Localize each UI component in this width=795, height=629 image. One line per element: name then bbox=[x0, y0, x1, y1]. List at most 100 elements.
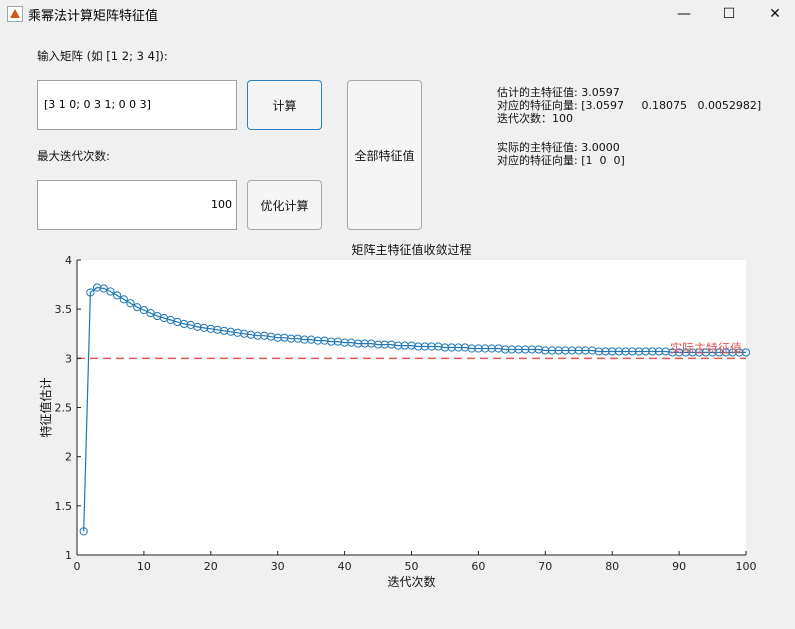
x-tick-label: 30 bbox=[271, 560, 285, 573]
data-point bbox=[608, 347, 617, 356]
x-tick-label: 60 bbox=[471, 560, 485, 573]
data-point bbox=[113, 291, 122, 300]
data-point bbox=[286, 334, 296, 343]
data-point bbox=[360, 339, 369, 348]
y-tick-label: 4 bbox=[65, 254, 72, 267]
data-point bbox=[668, 348, 677, 357]
maximize-button[interactable]: ☐ bbox=[706, 0, 752, 28]
data-point bbox=[327, 337, 336, 346]
y-axis-label: 特征值估计 bbox=[38, 377, 53, 437]
data-point bbox=[521, 345, 530, 354]
data-point bbox=[574, 346, 583, 355]
matrix-input-label: 输入矩阵 (如 [1 2; 3 4]): bbox=[37, 49, 168, 63]
x-tick-label: 90 bbox=[672, 560, 686, 573]
data-point bbox=[353, 339, 363, 348]
data-point bbox=[467, 344, 476, 353]
data-point bbox=[280, 333, 289, 342]
y-tick-label: 1 bbox=[65, 549, 72, 562]
data-point bbox=[126, 299, 135, 308]
compute-button[interactable]: 计算 bbox=[247, 80, 322, 130]
result-iteration-count: 迭代次数：100 bbox=[497, 112, 573, 125]
data-point bbox=[447, 343, 456, 352]
close-button[interactable]: ✕ bbox=[752, 0, 795, 28]
data-point bbox=[307, 335, 316, 344]
data-point bbox=[119, 295, 128, 304]
data-point bbox=[514, 345, 523, 354]
x-tick-label: 0 bbox=[74, 560, 81, 573]
data-point bbox=[741, 348, 751, 357]
data-point bbox=[721, 348, 731, 357]
result-estimated-eigenvalue: 估计的主特征值: 3.0597 bbox=[497, 86, 620, 99]
data-point bbox=[347, 338, 356, 347]
data-point bbox=[133, 303, 142, 312]
data-point bbox=[641, 347, 650, 356]
x-tick-label: 20 bbox=[204, 560, 218, 573]
data-point bbox=[541, 346, 550, 355]
y-tick-label: 3.5 bbox=[55, 303, 73, 316]
data-point bbox=[407, 341, 416, 350]
result-actual-eigenvector: 对应的特征向量: [1 0 0] bbox=[497, 154, 625, 167]
y-tick-label: 2.5 bbox=[55, 402, 73, 415]
minimize-button[interactable]: — bbox=[661, 0, 707, 28]
data-point bbox=[440, 343, 450, 352]
all-eigenvalues-button[interactable]: 全部特征值 bbox=[347, 80, 422, 230]
x-axis-label: 迭代次数 bbox=[387, 574, 435, 589]
data-point bbox=[380, 340, 389, 349]
data-point bbox=[561, 346, 570, 355]
title-bar: 乘幂法计算矩阵特征值 — ☐ ✕ bbox=[0, 0, 795, 28]
result-actual-eigenvalue: 实际的主特征值: 3.0000 bbox=[497, 141, 620, 154]
data-point bbox=[206, 324, 215, 333]
series-line bbox=[83, 286, 746, 532]
data-point bbox=[621, 347, 630, 356]
data-point bbox=[200, 323, 209, 332]
data-point bbox=[728, 348, 737, 357]
data-point bbox=[226, 327, 235, 336]
data-point bbox=[313, 336, 322, 345]
data-point bbox=[628, 347, 637, 356]
data-point bbox=[246, 330, 256, 339]
data-point bbox=[581, 346, 590, 355]
data-point bbox=[715, 348, 724, 357]
matrix-input[interactable]: [3 1 0; 0 3 1; 0 0 3] bbox=[37, 80, 237, 130]
y-tick-label: 3 bbox=[65, 352, 72, 365]
data-point bbox=[601, 347, 610, 356]
max-iterations-input[interactable]: 100 bbox=[37, 180, 237, 230]
x-tick-label: 80 bbox=[605, 560, 619, 573]
data-point bbox=[547, 346, 557, 355]
data-point bbox=[614, 347, 623, 356]
data-point bbox=[454, 343, 463, 352]
x-tick-label: 40 bbox=[338, 560, 352, 573]
data-point bbox=[480, 344, 490, 353]
chart-title: 矩阵主特征值收敛过程 bbox=[351, 242, 471, 257]
data-point bbox=[387, 340, 396, 349]
x-tick-label: 100 bbox=[736, 560, 757, 573]
plot-area bbox=[77, 260, 746, 555]
y-tick-label: 2 bbox=[65, 451, 72, 464]
data-point bbox=[695, 348, 704, 357]
data-point bbox=[474, 344, 483, 353]
data-point bbox=[654, 347, 664, 356]
max-iterations-label: 最大迭代次数: bbox=[37, 149, 110, 163]
data-point bbox=[320, 336, 329, 345]
data-point bbox=[240, 329, 249, 338]
data-point bbox=[153, 311, 162, 321]
data-point bbox=[534, 345, 543, 354]
data-point bbox=[501, 345, 510, 354]
data-point bbox=[86, 288, 95, 297]
data-point bbox=[527, 345, 537, 354]
data-point bbox=[92, 283, 102, 292]
data-point bbox=[300, 335, 309, 344]
data-point bbox=[159, 313, 169, 323]
x-tick-label: 10 bbox=[137, 560, 151, 573]
data-point bbox=[173, 317, 182, 327]
optimize-compute-button[interactable]: 优化计算 bbox=[247, 180, 322, 230]
data-point bbox=[400, 341, 409, 350]
data-point bbox=[648, 347, 657, 356]
data-point bbox=[507, 345, 516, 354]
data-point bbox=[253, 331, 262, 340]
data-point bbox=[688, 348, 697, 357]
data-point bbox=[166, 315, 175, 325]
data-point bbox=[273, 333, 282, 342]
data-point bbox=[701, 348, 710, 357]
data-point bbox=[106, 287, 115, 296]
